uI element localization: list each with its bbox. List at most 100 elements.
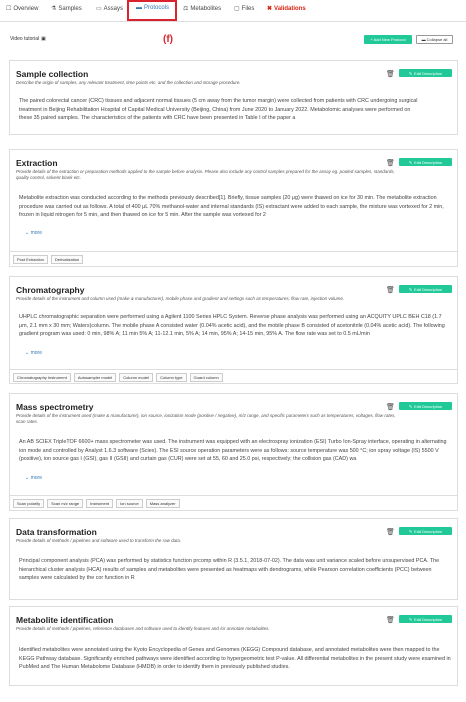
edit-description-button[interactable]: ✎ Edit Description xyxy=(399,69,452,77)
edit-icon: ✎ xyxy=(408,403,413,409)
panel-label: (f) xyxy=(163,34,173,45)
parameter-tag[interactable]: Scan m/z range xyxy=(47,499,84,508)
edit-description-label: Edit Description xyxy=(414,286,443,292)
parameter-tag[interactable]: Column model xyxy=(119,373,154,382)
edit-icon: ✎ xyxy=(408,528,413,534)
warning-icon: ✖ xyxy=(267,6,273,12)
protocol-subtitle: Provide details of the extraction or pre… xyxy=(16,169,395,180)
delete-icon[interactable]: 🗑 xyxy=(386,528,395,536)
edit-description-button[interactable]: ✎ Edit Description xyxy=(399,615,452,623)
edit-icon: ✎ xyxy=(408,70,413,76)
chevron-down-icon: ⌄ xyxy=(25,475,30,481)
tab-label: Metabolites xyxy=(190,5,222,12)
folder-icon: ▢ xyxy=(234,6,240,12)
more-link[interactable]: ⌄ more xyxy=(25,475,42,481)
edit-description-button[interactable]: ✎ Edit Description xyxy=(399,527,452,535)
chevron-down-icon: ⌄ xyxy=(25,350,30,356)
protocol-description: An AB SCIEX TripleTOF 6600+ mass spectro… xyxy=(19,439,447,463)
video-tutorial-link[interactable]: Video tutorial ▣ xyxy=(10,36,46,42)
protocol-card-chromatography: Chromatography Provide details of the in… xyxy=(9,276,458,384)
parameter-tags: Scan polarity Scan m/z range Instrument … xyxy=(10,495,457,510)
protocol-description: Metabolite extraction was conducted acco… xyxy=(19,195,444,219)
delete-icon[interactable]: 🗑 xyxy=(386,286,395,294)
tab-bar: ☐ Overview ⚗ Samples ▭ Assays ▬ Protocol… xyxy=(0,0,466,22)
protocol-description: Identified metabolites were annotated us… xyxy=(19,647,451,671)
tab-files[interactable]: ▢ Files xyxy=(234,5,255,13)
parameter-tag[interactable]: Mass analyzer xyxy=(145,499,180,508)
edit-description-button[interactable]: ✎ Edit Description xyxy=(399,158,452,166)
protocol-subtitle: Provide details of the instrument and co… xyxy=(16,296,345,301)
tab-samples[interactable]: ⚗ Samples xyxy=(51,5,82,13)
parameter-tag[interactable]: Guard column xyxy=(189,373,223,382)
edit-description-label: Edit Description xyxy=(414,159,443,165)
edit-description-label: Edit Description xyxy=(414,403,443,409)
edit-icon: ✎ xyxy=(408,159,413,165)
protocol-card-data-transformation: Data transformation Provide details of m… xyxy=(9,518,458,600)
collapse-all-label: Collapse all xyxy=(426,37,448,42)
parameter-tag[interactable]: Chromatography Instrument xyxy=(13,373,71,382)
edit-description-label: Edit Description xyxy=(414,70,443,76)
parameter-tags: Chromatography Instrument Autosampler mo… xyxy=(10,369,457,384)
tab-label: Samples xyxy=(58,5,82,12)
flask-icon: ⚗ xyxy=(51,6,57,12)
parameter-tags: Post Extraction Derivatization xyxy=(10,251,457,266)
protocol-card-metabolite-identification: Metabolite identification Provide detail… xyxy=(9,606,458,686)
protocol-title: Mass spectrometry xyxy=(16,402,94,412)
protocol-card-sample-collection: Sample collection Describe the origin of… xyxy=(9,60,458,135)
more-label: more xyxy=(30,350,42,356)
edit-description-label: Edit Description xyxy=(414,528,443,534)
tab-assays[interactable]: ▭ Assays xyxy=(96,5,124,13)
delete-icon[interactable]: 🗑 xyxy=(386,70,395,78)
protocol-title: Chromatography xyxy=(16,285,85,295)
protocol-subtitle: Provide details of methods / pipelines, … xyxy=(16,626,270,631)
parameter-tag[interactable]: Autosampler model xyxy=(73,373,117,382)
parameter-tag[interactable]: Derivatization xyxy=(50,255,84,264)
delete-icon[interactable]: 🗑 xyxy=(386,403,395,411)
add-new-protocol-button[interactable]: + Add New Protocol xyxy=(364,35,412,44)
parameter-tag[interactable]: Ion source xyxy=(116,499,143,508)
metabolites-icon: ⚖ xyxy=(183,6,189,12)
protocol-subtitle: Provide details of methods / pipelines a… xyxy=(16,538,182,543)
protocol-subtitle: Describe the origin of samples, any rele… xyxy=(16,80,241,85)
tab-validations[interactable]: ✖ Validations xyxy=(267,5,306,13)
more-link[interactable]: ⌄ more xyxy=(25,350,42,356)
tab-overview[interactable]: ☐ Overview xyxy=(6,5,39,13)
protocol-title: Extraction xyxy=(16,158,58,168)
parameter-tag[interactable]: Column type xyxy=(156,373,187,382)
edit-icon: ✎ xyxy=(408,286,413,292)
edit-icon: ✎ xyxy=(408,616,413,622)
edit-description-label: Edit Description xyxy=(414,616,443,622)
more-link[interactable]: ⌄ more xyxy=(25,230,42,236)
edit-description-button[interactable]: ✎ Edit Description xyxy=(399,285,452,293)
delete-icon[interactable]: 🗑 xyxy=(386,159,395,167)
tab-label: Files xyxy=(241,5,255,12)
delete-icon[interactable]: 🗑 xyxy=(386,616,395,624)
parameter-tag[interactable]: Scan polarity xyxy=(13,499,45,508)
more-label: more xyxy=(30,230,42,236)
protocol-description: The paired colorectal cancer (CRC) tissu… xyxy=(19,98,418,122)
protocol-description: UHPLC chromatographic separation were pe… xyxy=(19,314,445,338)
protocol-description: Principal component analysis (PCA) was p… xyxy=(19,558,440,582)
protocol-title: Data transformation xyxy=(16,527,97,537)
tab-label: Overview xyxy=(13,5,39,12)
protocol-title: Sample collection xyxy=(16,69,89,79)
chevron-down-icon: ⌄ xyxy=(25,230,30,236)
parameter-tag[interactable]: Post Extraction xyxy=(13,255,48,264)
edit-description-button[interactable]: ✎ Edit Description xyxy=(399,402,452,410)
tab-label: Assays xyxy=(103,5,124,12)
collapse-all-button[interactable]: ▬ Collapse all xyxy=(416,35,453,44)
more-label: more xyxy=(30,475,42,481)
tab-label: Validations xyxy=(274,5,306,12)
tab-metabolites[interactable]: ⚖ Metabolites xyxy=(183,5,222,13)
protocol-subtitle: Provide details of the instrument used (… xyxy=(16,413,396,424)
overview-icon: ☐ xyxy=(6,6,12,12)
collapse-icon: ▬ xyxy=(421,37,426,42)
assay-icon: ▭ xyxy=(96,6,102,12)
protocol-title: Metabolite identification xyxy=(16,615,114,625)
parameter-tag[interactable]: Instrument xyxy=(86,499,114,508)
protocol-card-mass-spectrometry: Mass spectrometry Provide details of the… xyxy=(9,393,458,511)
video-icon: ▣ xyxy=(41,36,46,42)
active-tab-highlight xyxy=(127,0,177,21)
video-tutorial-label: Video tutorial xyxy=(10,36,40,42)
protocol-card-extraction: Extraction Provide details of the extrac… xyxy=(9,149,458,267)
